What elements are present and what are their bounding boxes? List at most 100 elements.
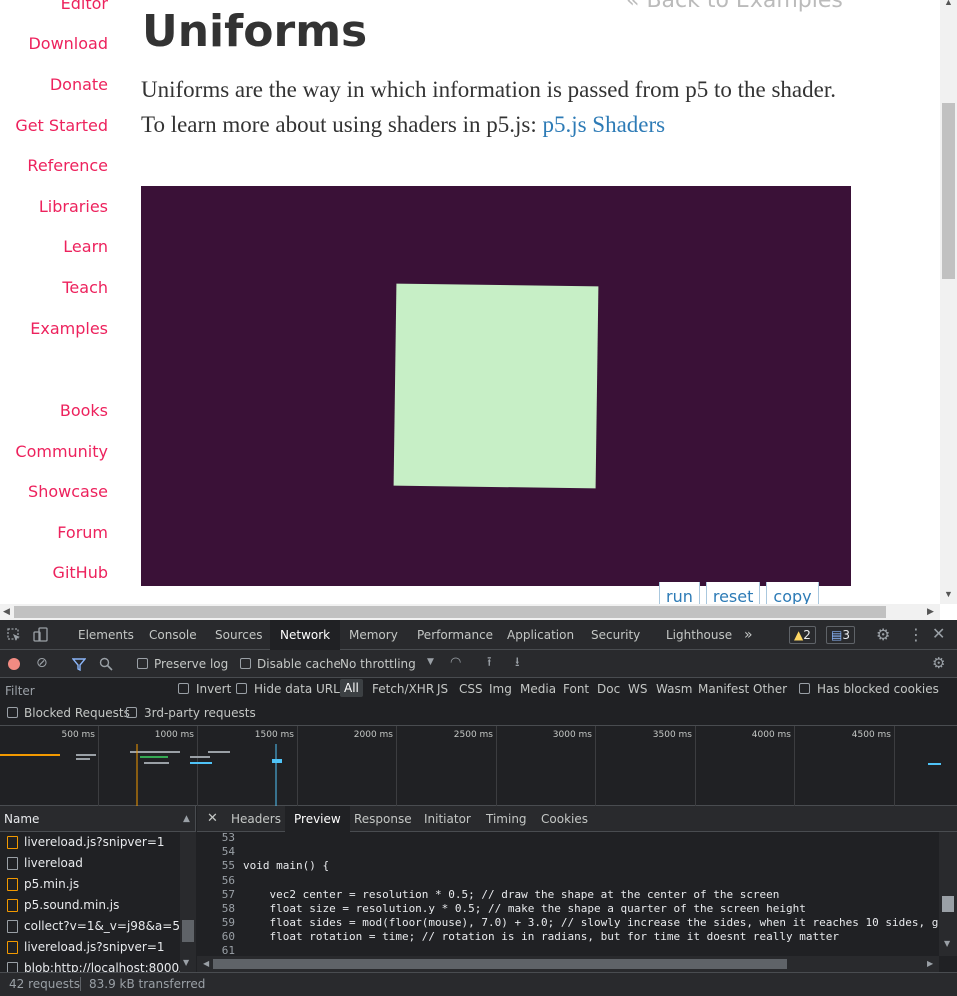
tab-memory[interactable]: Memory — [349, 620, 398, 650]
tab-application[interactable]: Application — [507, 620, 574, 650]
scrollbar-thumb[interactable] — [213, 959, 787, 969]
invert-checkbox[interactable] — [178, 683, 189, 694]
sketch-canvas[interactable] — [141, 186, 851, 586]
type-filter-manifest[interactable]: Manifest — [698, 682, 749, 696]
nav-showcase[interactable]: Showcase — [28, 482, 108, 501]
nav-github[interactable]: GitHub — [53, 563, 108, 582]
scroll-left-icon[interactable]: ◀ — [203, 959, 209, 968]
tab-network[interactable]: Network — [270, 620, 341, 650]
filter-icon[interactable] — [72, 658, 86, 671]
network-conditions-icon[interactable]: ◠ — [450, 656, 461, 669]
scrollbar-thumb[interactable] — [942, 103, 955, 279]
scroll-left-icon[interactable]: ◀ — [3, 606, 10, 617]
scrollbar-thumb[interactable] — [182, 920, 194, 942]
scrollbar-thumb[interactable] — [942, 896, 954, 912]
nav-libraries[interactable]: Libraries — [39, 197, 108, 216]
tab-cookies[interactable]: Cookies — [541, 806, 588, 832]
name-column-header[interactable]: Name ▲ — [0, 806, 195, 832]
third-party-checkbox[interactable] — [126, 707, 137, 718]
throttling-select[interactable]: No throttling — [340, 657, 416, 671]
list-item[interactable]: collect?v=1&_v=j98&a=5832 — [0, 916, 180, 937]
settings-gear-icon[interactable]: ⚙ — [876, 627, 890, 643]
back-to-examples-link[interactable]: « Back to Examples — [626, 0, 843, 13]
type-filter-doc[interactable]: Doc — [597, 682, 620, 696]
inspect-element-icon[interactable] — [7, 628, 21, 642]
scroll-up-icon[interactable]: ▲ — [944, 0, 953, 7]
nav-examples[interactable]: Examples — [30, 319, 108, 338]
scroll-down-icon[interactable]: ▼ — [183, 958, 189, 967]
list-item[interactable]: p5.sound.min.js — [0, 895, 180, 916]
nav-teach[interactable]: Teach — [62, 278, 108, 297]
preserve-log-checkbox[interactable] — [137, 658, 148, 669]
nav-donate[interactable]: Donate — [50, 75, 108, 94]
preview-horizontal-scrollbar[interactable]: ◀ ▶ — [197, 956, 939, 972]
tab-initiator[interactable]: Initiator — [424, 806, 471, 832]
list-item[interactable]: livereload — [0, 853, 180, 874]
search-icon[interactable] — [99, 657, 113, 671]
network-settings-gear-icon[interactable]: ⚙ — [932, 656, 945, 671]
preview-vertical-scrollbar[interactable]: ▼ — [939, 832, 957, 956]
nav-forum[interactable]: Forum — [57, 523, 108, 542]
blocked-requests-checkbox[interactable] — [7, 707, 18, 718]
list-item[interactable]: blob:http://localhost:8000/c1 — [0, 958, 180, 972]
more-tabs-icon[interactable]: » — [744, 620, 753, 650]
chevron-down-icon[interactable]: ▼ — [427, 658, 434, 667]
scroll-right-icon[interactable]: ▶ — [927, 959, 933, 968]
type-filter-fetch-xhr[interactable]: Fetch/XHR — [372, 682, 434, 696]
nav-download[interactable]: Download — [28, 34, 108, 53]
nav-books[interactable]: Books — [60, 401, 108, 420]
scrollbar-thumb[interactable] — [14, 606, 886, 618]
scroll-down-icon[interactable]: ▼ — [944, 589, 953, 599]
disable-cache-checkbox[interactable] — [240, 658, 251, 669]
list-item[interactable]: p5.min.js — [0, 874, 180, 895]
export-har-icon[interactable]: ⭳ — [515, 656, 520, 669]
type-filter-ws[interactable]: WS — [628, 682, 647, 696]
has-blocked-cookies-checkbox[interactable] — [799, 683, 810, 694]
messages-badge[interactable]: ▤3 — [826, 626, 855, 644]
type-filter-all[interactable]: All — [340, 679, 363, 697]
tab-performance[interactable]: Performance — [417, 620, 493, 650]
record-icon[interactable] — [8, 658, 20, 670]
close-devtools-icon[interactable]: ✕ — [932, 626, 945, 642]
more-options-icon[interactable]: ⋮ — [908, 627, 924, 643]
scroll-down-icon[interactable]: ▼ — [944, 939, 950, 948]
clear-icon[interactable]: ⊘ — [36, 656, 48, 670]
tab-sources[interactable]: Sources — [215, 620, 262, 650]
tab-lighthouse[interactable]: Lighthouse — [666, 620, 732, 650]
type-filter-css[interactable]: CSS — [459, 682, 483, 696]
network-overview-timeline[interactable]: 500 ms 1000 ms 1500 ms 2000 ms 2500 ms 3… — [0, 726, 957, 806]
type-filter-font[interactable]: Font — [563, 682, 589, 696]
tab-headers[interactable]: Headers — [231, 806, 281, 832]
request-list-scrollbar[interactable]: ▼ — [180, 832, 196, 972]
device-toolbar-icon[interactable] — [33, 627, 49, 643]
nav-editor[interactable]: Editor — [61, 0, 108, 13]
sort-ascending-icon[interactable]: ▲ — [183, 806, 190, 832]
nav-reference[interactable]: Reference — [27, 156, 108, 175]
close-details-icon[interactable]: ✕ — [207, 806, 218, 832]
shaders-link[interactable]: p5.js Shaders — [542, 112, 665, 137]
nav-community[interactable]: Community — [15, 442, 108, 461]
tab-console[interactable]: Console — [149, 620, 197, 650]
type-filter-img[interactable]: Img — [489, 682, 512, 696]
page-horizontal-scrollbar[interactable]: ◀ ▶ — [0, 604, 940, 620]
list-item[interactable]: livereload.js?snipver=1 — [0, 832, 180, 853]
page-vertical-scrollbar[interactable]: ▲ ▼ — [940, 0, 957, 604]
tab-preview[interactable]: Preview — [285, 806, 350, 832]
hide-data-urls-checkbox[interactable] — [236, 683, 247, 694]
nav-learn[interactable]: Learn — [63, 237, 108, 256]
type-filter-js[interactable]: JS — [437, 682, 448, 696]
type-filter-wasm[interactable]: Wasm — [656, 682, 692, 696]
filter-input[interactable]: Filter — [0, 680, 165, 700]
import-har-icon[interactable]: ⭱ — [487, 656, 492, 669]
list-item[interactable]: livereload.js?snipver=1 — [0, 937, 180, 958]
code-preview[interactable]: 53 54 55 void main() { 56 57 vec2 center … — [197, 832, 939, 956]
tab-security[interactable]: Security — [591, 620, 640, 650]
tab-elements[interactable]: Elements — [78, 620, 134, 650]
type-filter-media[interactable]: Media — [520, 682, 556, 696]
tab-timing[interactable]: Timing — [486, 806, 527, 832]
type-filter-other[interactable]: Other — [753, 682, 787, 696]
tab-response[interactable]: Response — [354, 806, 412, 832]
nav-get-started[interactable]: Get Started — [15, 116, 108, 135]
scroll-right-icon[interactable]: ▶ — [927, 606, 934, 617]
warnings-badge[interactable]: ▲2 — [789, 626, 816, 644]
